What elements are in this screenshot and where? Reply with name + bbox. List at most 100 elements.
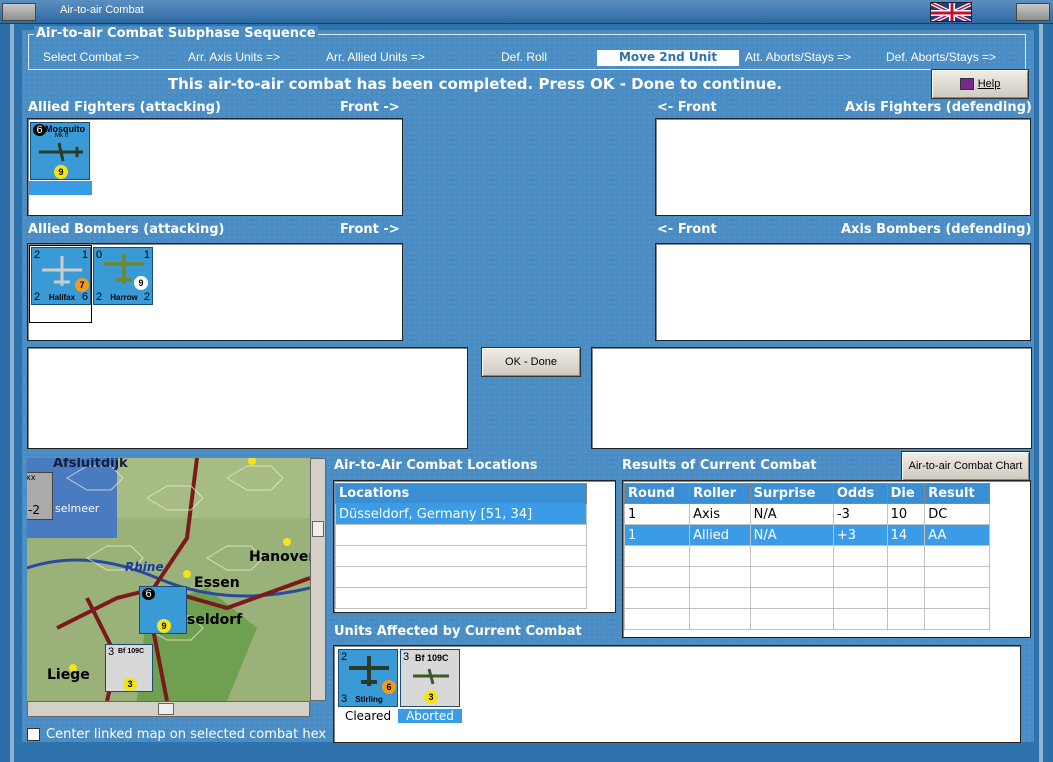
table-row[interactable] [335, 566, 587, 588]
front-left-label-2: <- Front [657, 222, 717, 237]
seq-step-move-2nd-unit: Move 2nd Unit [597, 50, 739, 66]
air-combat-chart-button[interactable]: Air-to-air Combat Chart [901, 451, 1030, 481]
bf109-counter[interactable]: 3 Bf 109C 3 [400, 649, 460, 707]
cell: -3 [832, 503, 888, 525]
front-left-label-1: <- Front [657, 100, 717, 115]
linked-map[interactable]: Afsluitdijk selmeer Rhine Essen Hanover … [27, 458, 310, 701]
map-label-ijsselmeer: selmeer [55, 502, 100, 515]
col-odds: Odds [832, 483, 888, 504]
table-row[interactable] [335, 545, 587, 567]
cell: N/A [749, 503, 834, 525]
sequence-title: Air-to-air Combat Subphase Sequence [34, 26, 318, 41]
stirling-counter[interactable]: 2 6 3 Stirling [338, 649, 398, 707]
mosquito-counter[interactable]: 6 Mosquito Mk II 9 [30, 122, 90, 180]
table-row[interactable] [623, 608, 990, 630]
cell: 1 [623, 503, 691, 525]
allied-fighters-panel: 6 Mosquito Mk II 9 [27, 118, 403, 216]
table-row[interactable] [335, 524, 587, 546]
map-horizontal-scrollbar[interactable] [27, 701, 310, 717]
scrollbar-thumb[interactable] [158, 703, 174, 715]
axis-fighters-panel [655, 118, 1031, 216]
results-table: Round Roller Surprise Odds Die Result 1 … [623, 483, 990, 630]
table-row[interactable]: 1 Axis N/A -3 10 DC [623, 503, 990, 525]
map-label-essen: Essen [194, 575, 240, 591]
maximize-button[interactable] [1016, 3, 1050, 21]
plane-icon [413, 668, 449, 685]
cell: 14 [886, 524, 926, 546]
table-row[interactable] [335, 587, 587, 609]
help-book-icon [959, 78, 974, 91]
map-mosquito-counter[interactable]: 6 9 [139, 586, 187, 634]
map-unit-size: xx [27, 473, 36, 482]
map-label-rhine: Rhine [125, 560, 164, 574]
map-label-dusseldorf: seldorf [187, 612, 243, 628]
cell: +3 [832, 524, 888, 546]
locations-table: Locations Düsseldorf, Germany [51, 34] [335, 483, 587, 609]
table-row[interactable]: 1 Allied N/A +3 14 AA [623, 524, 990, 546]
counter-value: 2 [143, 291, 150, 303]
center-map-checkbox[interactable] [27, 728, 40, 741]
axis-info-panel [591, 347, 1032, 449]
seq-step-arr-allied: Arr. Allied Units => [326, 50, 425, 64]
seq-step-select-combat: Select Combat => [43, 50, 140, 64]
help-button[interactable]: Help [931, 69, 1029, 99]
cell: 10 [886, 503, 926, 525]
counter-name: Bf 109C [415, 653, 449, 663]
table-row[interactable] [623, 545, 990, 567]
table-row[interactable] [623, 587, 990, 609]
counter-strength: 3 [123, 677, 137, 691]
axis-bombers-label: Axis Bombers (defending) [841, 222, 1032, 237]
axis-fighters-label: Axis Fighters (defending) [845, 100, 1032, 115]
ok-done-button[interactable]: OK - Done [481, 347, 581, 377]
counter-strength: 9 [157, 619, 171, 633]
map-vertical-scrollbar[interactable] [310, 458, 326, 701]
locations-header: Locations [335, 483, 587, 504]
map-label-liege: Liege [47, 667, 90, 683]
seq-step-att-aborts: Att. Aborts/Stays => [745, 50, 852, 64]
counter-value: 3 [108, 646, 115, 658]
window-title: Air-to-air Combat [60, 4, 144, 16]
center-map-checkbox-label: Center linked map on selected combat hex [46, 727, 327, 742]
help-label: Help [977, 78, 1001, 90]
allied-bombers-panel: 2 1 7 2 Halifax 6 0 1 9 2 Harrow 2 [27, 243, 403, 341]
counter-value: 6 [81, 291, 88, 303]
table-row[interactable] [623, 566, 990, 588]
status-message: This air-to-air combat has been complete… [167, 75, 783, 93]
harrow-counter[interactable]: 0 1 9 2 Harrow 2 [93, 247, 153, 305]
cell: DC [924, 503, 990, 525]
cell: N/A [749, 524, 834, 546]
counter-strength: 9 [134, 276, 148, 290]
col-surprise: Surprise [749, 483, 834, 504]
col-roller: Roller [689, 483, 751, 504]
counter-name: Stirling [355, 695, 383, 704]
map-terrain [27, 458, 310, 701]
counter-value: 6 [142, 588, 155, 600]
front-right-label-1: Front -> [340, 100, 400, 115]
plane-icon [39, 142, 83, 162]
system-menu-button[interactable] [2, 3, 36, 21]
col-round: Round [623, 483, 691, 504]
map-bf109-counter[interactable]: 3 Bf 109C 3 [105, 644, 153, 692]
table-row[interactable]: Düsseldorf, Germany [51, 34] [335, 503, 587, 525]
scrollbar-thumb[interactable] [312, 521, 324, 537]
cleared-label: Cleared [344, 709, 392, 723]
front-right-label-2: Front -> [340, 222, 400, 237]
axis-bombers-panel [655, 243, 1031, 341]
col-result: Result [924, 483, 990, 504]
map-label-hanover: Hanover [249, 549, 310, 565]
counter-name: Bf 109C [118, 648, 145, 655]
map-unit-counter[interactable]: xx -2 [27, 472, 53, 520]
cell: AA [924, 524, 990, 546]
map-unit-value: -2 [28, 503, 40, 517]
affected-panel: 2 6 3 Stirling Cleared 3 Bf 109C 3 Abort… [333, 645, 1021, 743]
halifax-counter[interactable]: 2 1 7 2 Halifax 6 [31, 247, 91, 305]
counter-value: 3 [403, 651, 410, 663]
allied-info-panel [27, 347, 468, 449]
cell: Allied [689, 524, 751, 546]
affected-title: Units Affected by Current Combat [334, 624, 582, 639]
allied-bombers-label: Allied Bombers (attacking) [28, 222, 225, 237]
selection-highlight [29, 181, 92, 195]
uk-flag-icon[interactable] [930, 2, 972, 22]
results-panel: Round Roller Surprise Odds Die Result 1 … [622, 480, 1031, 638]
location-cell: Düsseldorf, Germany [51, 34] [335, 503, 587, 525]
